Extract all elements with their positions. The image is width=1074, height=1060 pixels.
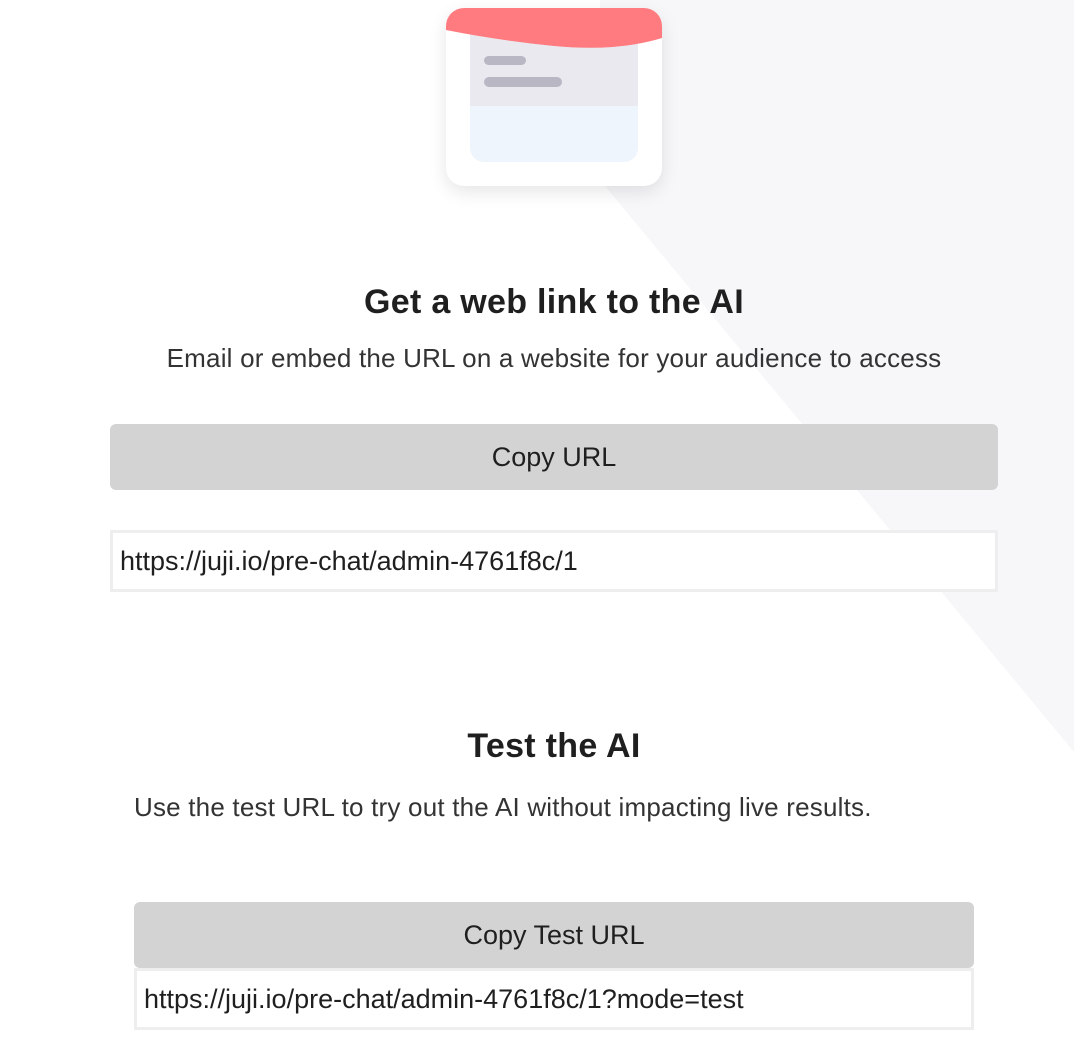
copy-url-button[interactable]: Copy URL <box>110 424 998 490</box>
share-page: Get a web link to the AI Email or embed … <box>0 0 1074 1060</box>
test-title: Test the AI <box>467 727 641 765</box>
web-link-url-field[interactable] <box>110 530 998 592</box>
chat-card-illustration <box>446 8 662 186</box>
web-link-title: Get a web link to the AI <box>364 283 744 321</box>
test-url-field[interactable] <box>134 968 974 1030</box>
test-description: Use the test URL to try out the AI witho… <box>134 792 872 822</box>
copy-test-url-button[interactable]: Copy Test URL <box>134 902 974 968</box>
web-link-description: Email or embed the URL on a website for … <box>166 343 942 373</box>
chat-illustration-icon <box>446 8 662 162</box>
